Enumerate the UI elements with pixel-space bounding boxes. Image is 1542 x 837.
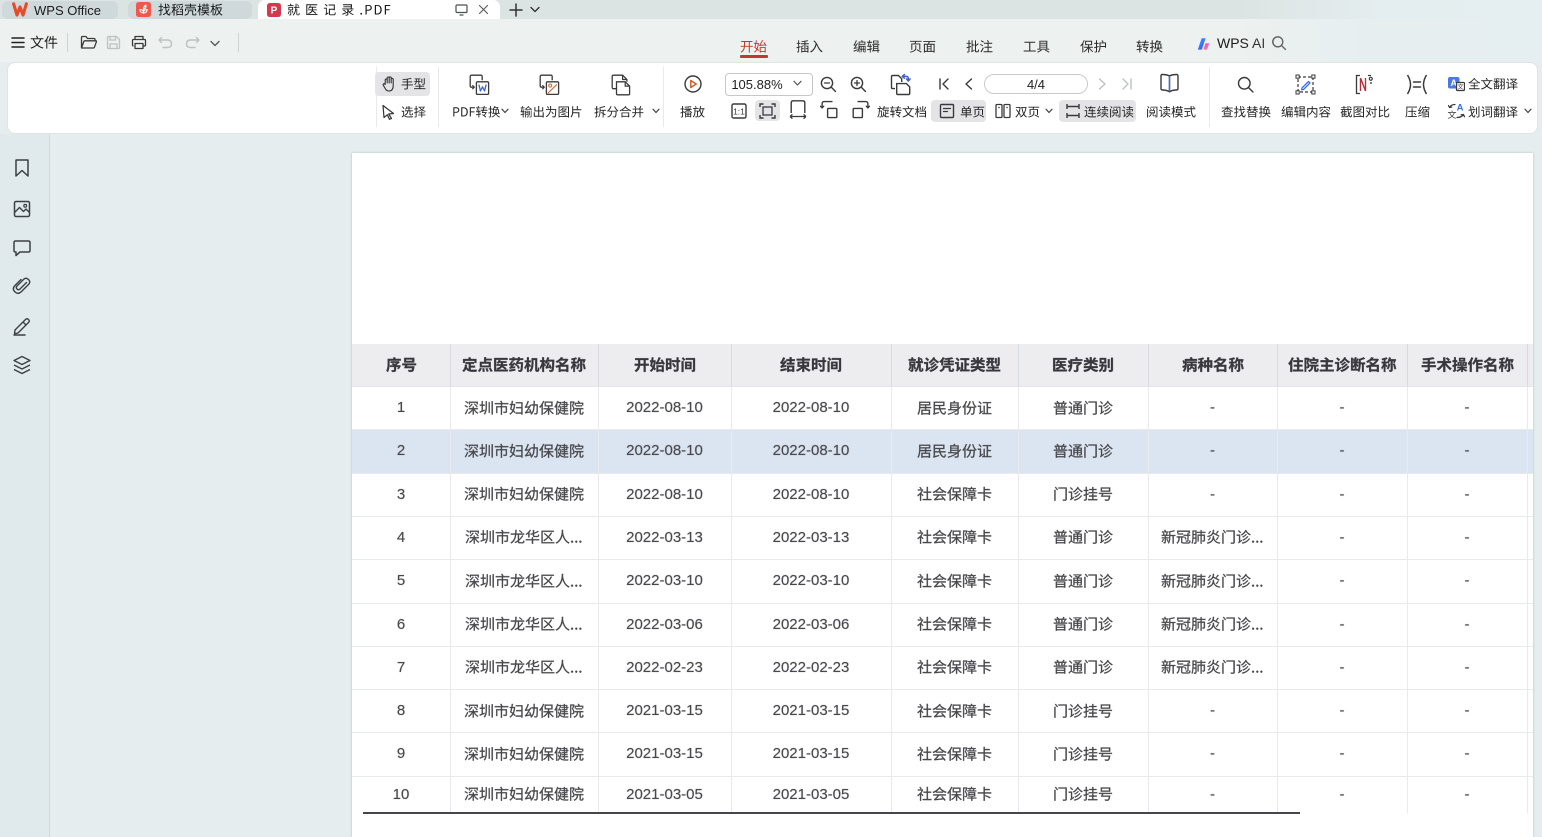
svg-text:1:1: 1:1 [733,106,745,116]
svg-text:P: P [271,6,278,17]
svg-text:A: A [1457,103,1464,114]
